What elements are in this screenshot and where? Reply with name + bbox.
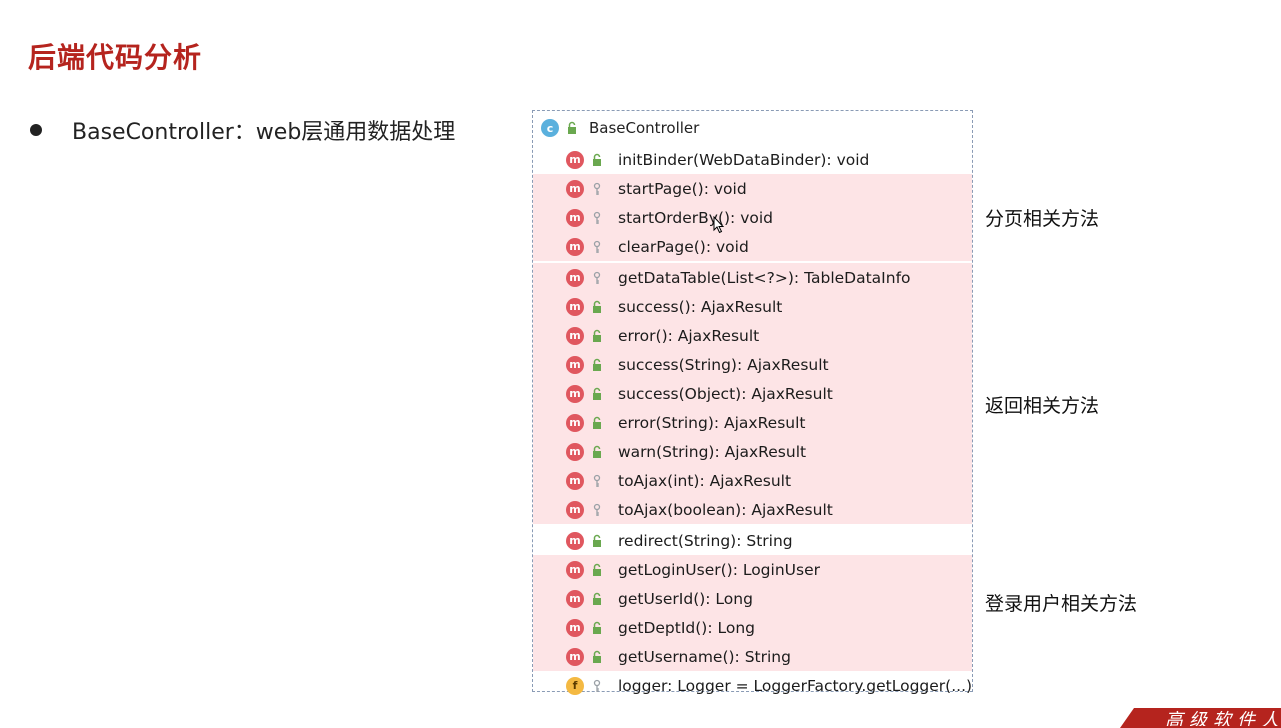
public-lock-icon: [593, 416, 601, 429]
public-lock-icon: [568, 121, 576, 134]
member-signature: getDataTable(List<?>): TableDataInfo: [618, 268, 911, 287]
protected-key-icon: [593, 271, 601, 284]
protected-key-icon: [593, 503, 601, 516]
member-signature: clearPage(): void: [618, 237, 749, 256]
member-signature: error(String): AjaxResult: [618, 413, 806, 432]
public-lock-icon: [593, 445, 601, 458]
mouse-cursor-icon: [713, 216, 725, 234]
member-signature: toAjax(int): AjaxResult: [618, 471, 792, 490]
method-icon: m: [566, 471, 584, 490]
annotation-login-user: 登录用户相关方法: [985, 593, 1138, 615]
member-signature: toAjax(boolean): AjaxResult: [618, 500, 833, 519]
method-row[interactable]: m startOrderBy(): void: [533, 203, 972, 232]
member-signature: initBinder(WebDataBinder): void: [618, 150, 870, 169]
member-signature: success(Object): AjaxResult: [618, 384, 833, 403]
method-icon: m: [566, 618, 584, 637]
annotation-paging: 分页相关方法: [985, 208, 1100, 230]
public-lock-icon: [593, 358, 601, 371]
method-icon: m: [566, 531, 584, 550]
member-signature: startOrderBy(): void: [618, 208, 773, 227]
member-signature: success(String): AjaxResult: [618, 355, 829, 374]
method-row[interactable]: m getUsername(): String: [533, 642, 972, 671]
method-row[interactable]: m clearPage(): void: [533, 232, 972, 261]
protected-key-icon: [593, 182, 601, 195]
method-icon: m: [566, 237, 584, 256]
method-row[interactable]: m getLoginUser(): LoginUser: [533, 555, 972, 584]
method-icon: m: [566, 208, 584, 227]
public-lock-icon: [593, 534, 601, 547]
method-icon: m: [566, 297, 584, 316]
method-row[interactable]: m toAjax(boolean): AjaxResult: [533, 495, 972, 524]
public-lock-icon: [593, 300, 601, 313]
method-icon: m: [566, 442, 584, 461]
member-list: m initBinder(WebDataBinder): void m startPa…: [533, 145, 972, 700]
field-row[interactable]: f logger: Logger = LoggerFactory.getLogge…: [533, 671, 972, 700]
method-row[interactable]: m initBinder(WebDataBinder): void: [533, 145, 972, 174]
member-signature: getUserId(): Long: [618, 589, 753, 608]
member-signature: startPage(): void: [618, 179, 747, 198]
method-row[interactable]: m redirect(String): String: [533, 524, 972, 555]
protected-key-icon: [593, 679, 601, 692]
class-diagram: c BaseController m initBinder(WebDataBind…: [532, 110, 973, 695]
member-signature: logger: Logger = LoggerFactory.getLogger…: [618, 676, 973, 695]
annotation-result: 返回相关方法: [985, 395, 1100, 417]
class-name: BaseController: [589, 119, 700, 137]
slide-title: 后端代码分析: [28, 41, 203, 74]
method-row[interactable]: m startPage(): void: [533, 174, 972, 203]
method-icon: m: [566, 589, 584, 608]
member-signature: error(): AjaxResult: [618, 326, 760, 345]
method-icon: m: [566, 384, 584, 403]
method-row[interactable]: m success(String): AjaxResult: [533, 350, 972, 379]
protected-key-icon: [593, 474, 601, 487]
protected-key-icon: [593, 240, 601, 253]
method-icon: m: [566, 560, 584, 579]
method-row[interactable]: m getUserId(): Long: [533, 584, 972, 613]
method-row[interactable]: m error(String): AjaxResult: [533, 408, 972, 437]
member-signature: redirect(String): String: [618, 531, 793, 550]
bullet-dot-icon: [30, 124, 42, 136]
method-icon: m: [566, 268, 584, 287]
method-row[interactable]: m getDataTable(List<?>): TableDataInfo: [533, 261, 972, 292]
public-lock-icon: [593, 329, 601, 342]
method-icon: m: [566, 326, 584, 345]
public-lock-icon: [593, 387, 601, 400]
method-icon: m: [566, 413, 584, 432]
member-signature: getUsername(): String: [618, 647, 791, 666]
public-lock-icon: [593, 621, 601, 634]
public-lock-icon: [593, 650, 601, 663]
member-signature: getDeptId(): Long: [618, 618, 756, 637]
method-icon: m: [566, 355, 584, 374]
method-icon: m: [566, 647, 584, 666]
method-row[interactable]: m warn(String): AjaxResult: [533, 437, 972, 466]
method-row[interactable]: m toAjax(int): AjaxResult: [533, 466, 972, 495]
public-lock-icon: [593, 153, 601, 166]
method-row[interactable]: m success(): AjaxResult: [533, 292, 972, 321]
method-row[interactable]: m error(): AjaxResult: [533, 321, 972, 350]
field-icon: f: [566, 676, 584, 695]
bullet-text: BaseController：web层通用数据处理: [72, 120, 456, 145]
protected-key-icon: [593, 211, 601, 224]
method-row[interactable]: m getDeptId(): Long: [533, 613, 972, 642]
member-signature: success(): AjaxResult: [618, 297, 783, 316]
member-signature: warn(String): AjaxResult: [618, 442, 807, 461]
bullet-item: BaseController：web层通用数据处理: [30, 114, 455, 146]
method-row[interactable]: m success(Object): AjaxResult: [533, 379, 972, 408]
method-icon: m: [566, 500, 584, 519]
public-lock-icon: [593, 563, 601, 576]
member-signature: getLoginUser(): LoginUser: [618, 560, 820, 579]
footer-text: 高级软件人: [1165, 710, 1281, 726]
method-icon: m: [566, 150, 584, 169]
class-icon: c: [541, 119, 559, 137]
public-lock-icon: [593, 592, 601, 605]
class-header[interactable]: c BaseController: [533, 111, 972, 145]
method-icon: m: [566, 179, 584, 198]
